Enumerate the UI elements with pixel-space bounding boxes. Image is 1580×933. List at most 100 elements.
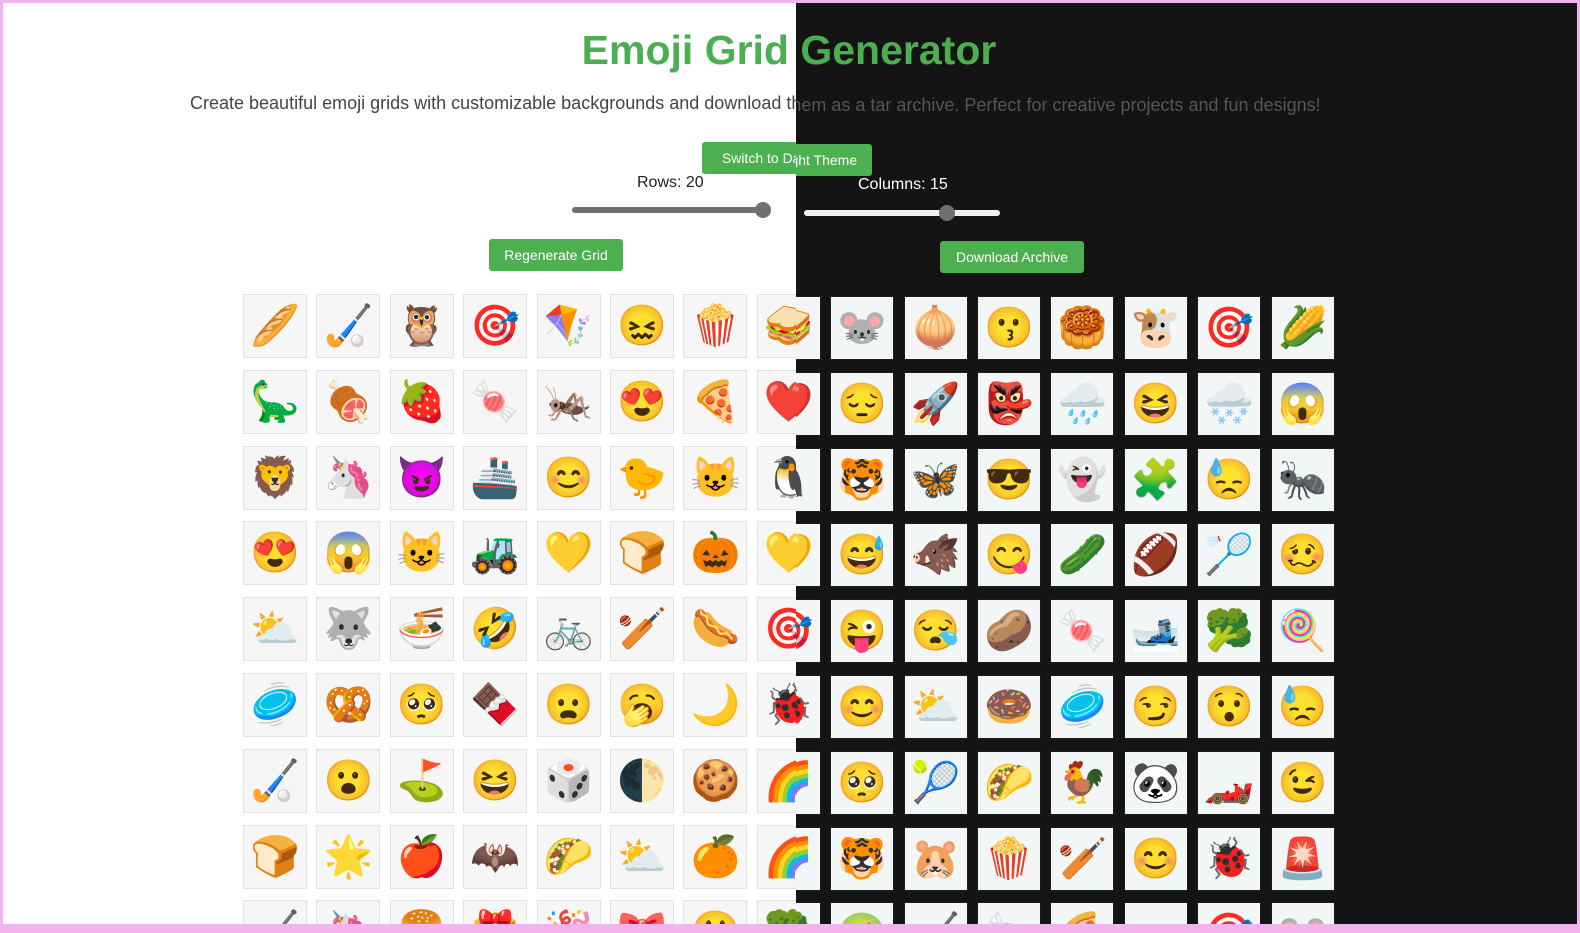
emoji-tile[interactable]: 😜 <box>830 599 895 664</box>
emoji-tile[interactable]: 🐤 <box>610 445 674 510</box>
emoji-tile[interactable]: 🐞 <box>756 673 796 737</box>
emoji-tile[interactable]: 🐮 <box>1123 296 1188 360</box>
emoji-tile[interactable]: 🥏 <box>243 673 307 737</box>
emoji-tile[interactable]: 😊 <box>830 675 895 739</box>
emoji-tile[interactable]: 💛 <box>536 521 601 586</box>
emoji-tile[interactable]: 🌓 <box>610 748 674 813</box>
emoji-tile[interactable]: 🌨️ <box>1197 371 1262 436</box>
emoji-tile[interactable]: 🍕 <box>683 369 748 434</box>
emoji-tile[interactable]: 🎿 <box>1123 599 1188 664</box>
emoji-tile[interactable]: 🍊 <box>683 824 748 889</box>
emoji-tile[interactable]: 🥱 <box>610 673 674 737</box>
emoji-tile[interactable]: 🐹 <box>903 826 968 891</box>
emoji-tile[interactable]: 🎯 <box>463 294 528 358</box>
emoji-tile[interactable]: 🍬 <box>1050 599 1115 664</box>
emoji-tile[interactable]: 😓 <box>1270 675 1335 739</box>
emoji-tile[interactable]: 😱 <box>316 521 381 586</box>
emoji-tile[interactable]: 🦕 <box>243 369 307 434</box>
emoji-tile[interactable]: 😔 <box>830 371 895 436</box>
emoji-tile[interactable]: 🌈 <box>756 824 796 889</box>
emoji-tile[interactable]: 🐗 <box>903 523 968 588</box>
emoji-tile[interactable]: 🐓 <box>1050 750 1115 815</box>
emoji-tile[interactable]: 😯 <box>1197 675 1262 739</box>
emoji-tile[interactable]: 🎾 <box>903 750 968 815</box>
rows-slider-thumb[interactable] <box>755 202 771 218</box>
emoji-tile[interactable]: 🐧 <box>796 447 821 512</box>
emoji-tile[interactable]: 🌟 <box>316 824 381 889</box>
emoji-tile[interactable]: 🏸 <box>1197 523 1262 588</box>
emoji-tile[interactable]: 😓 <box>1197 447 1262 512</box>
emoji-tile[interactable]: 😎 <box>977 447 1041 512</box>
columns-slider-thumb[interactable] <box>939 205 955 221</box>
emoji-tile[interactable]: 🐞 <box>1197 826 1262 891</box>
emoji-tile[interactable]: 🌽 <box>1270 296 1335 360</box>
emoji-tile[interactable]: 🍞 <box>243 824 307 889</box>
emoji-tile[interactable]: 💛 <box>756 521 796 586</box>
emoji-tile[interactable]: 👺 <box>977 371 1041 436</box>
emoji-tile[interactable]: 🦇 <box>463 824 528 889</box>
emoji-tile[interactable]: 🏑 <box>316 294 381 358</box>
emoji-tile[interactable]: 🚢 <box>463 445 528 510</box>
emoji-tile[interactable]: 😈 <box>389 445 454 510</box>
emoji-tile[interactable]: 🦗 <box>536 369 601 434</box>
emoji-tile[interactable]: 🪁 <box>536 294 601 358</box>
emoji-tile[interactable]: 🐺 <box>316 597 381 662</box>
emoji-tile[interactable]: 🥔 <box>977 599 1041 664</box>
emoji-tile[interactable]: 🌧️ <box>1050 371 1115 436</box>
emoji-tile[interactable]: 😺 <box>683 445 748 510</box>
emoji-tile[interactable]: 🌈 <box>796 826 821 891</box>
emoji-tile[interactable]: 😉 <box>1270 750 1335 815</box>
emoji-tile[interactable]: 🥦 <box>756 900 796 924</box>
emoji-tile[interactable]: ❤️ <box>796 371 821 436</box>
emoji-tile[interactable]: 😖 <box>610 294 674 358</box>
emoji-tile[interactable]: 🥦 <box>796 902 821 924</box>
emoji-tile[interactable]: 🚲 <box>536 597 601 662</box>
emoji-tile[interactable]: 😊 <box>1123 826 1188 891</box>
emoji-tile[interactable]: 🌈 <box>756 748 796 813</box>
emoji-tile[interactable]: 🍞 <box>610 521 674 586</box>
emoji-tile[interactable]: 🦁 <box>243 445 307 510</box>
emoji-tile[interactable]: 🍿 <box>977 826 1041 891</box>
emoji-tile[interactable]: 🥖 <box>243 294 307 358</box>
emoji-tile[interactable]: 😆 <box>463 748 528 813</box>
emoji-tile[interactable]: 🚨 <box>1270 826 1335 891</box>
emoji-tile[interactable]: 🌈 <box>796 750 821 815</box>
emoji-tile[interactable]: 🥒 <box>1050 523 1115 588</box>
emoji-tile[interactable]: 🥦 <box>1197 599 1262 664</box>
emoji-tile[interactable]: 🎉 <box>536 900 601 924</box>
emoji-tile[interactable]: 😃 <box>683 900 748 924</box>
download-archive-button[interactable]: Download Archive <box>940 241 1084 273</box>
emoji-tile[interactable]: 🚀 <box>903 371 968 436</box>
emoji-tile[interactable]: 😊 <box>536 445 601 510</box>
emoji-tile[interactable]: 🐜 <box>1270 447 1335 512</box>
emoji-tile[interactable]: 🧩 <box>1123 447 1188 512</box>
emoji-tile[interactable]: 🏎️ <box>1197 750 1262 815</box>
emoji-tile[interactable]: 😗 <box>977 296 1041 360</box>
emoji-tile[interactable]: 🎯 <box>1197 296 1262 360</box>
emoji-tile[interactable]: 🍔 <box>389 900 454 924</box>
emoji-tile[interactable]: 🍭 <box>1270 599 1335 664</box>
emoji-tile[interactable]: 🍫 <box>463 673 528 737</box>
emoji-tile[interactable]: 🌮 <box>536 824 601 889</box>
emoji-tile[interactable]: 🍩 <box>977 675 1041 739</box>
emoji-tile[interactable]: 🥏 <box>1050 675 1115 739</box>
emoji-tile[interactable]: 🌙 <box>683 673 748 737</box>
emoji-tile[interactable]: 🐯 <box>830 826 895 891</box>
rows-slider[interactable] <box>572 202 771 218</box>
emoji-tile[interactable]: 🐧 <box>756 445 796 510</box>
emoji-tile[interactable]: 🏑 <box>243 748 307 813</box>
emoji-tile[interactable]: 🌮 <box>977 750 1041 815</box>
emoji-tile[interactable]: 🍿 <box>683 294 748 358</box>
emoji-tile[interactable]: 🌭 <box>683 597 748 662</box>
emoji-tile[interactable]: 🏏 <box>1050 826 1115 891</box>
emoji-tile[interactable]: 🦉 <box>389 294 454 358</box>
emoji-tile[interactable]: 🏑 <box>903 902 968 924</box>
emoji-tile[interactable]: 😺 <box>389 521 454 586</box>
emoji-tile[interactable]: 🧅 <box>903 296 968 360</box>
emoji-tile[interactable]: 🐼 <box>1123 750 1188 815</box>
emoji-tile[interactable]: 😱 <box>1270 371 1335 436</box>
emoji-tile[interactable]: 💛 <box>796 523 821 588</box>
emoji-tile[interactable]: ❤️ <box>756 369 796 434</box>
emoji-tile[interactable]: 🍬 <box>463 369 528 434</box>
regenerate-grid-button[interactable]: Regenerate Grid <box>489 239 623 271</box>
